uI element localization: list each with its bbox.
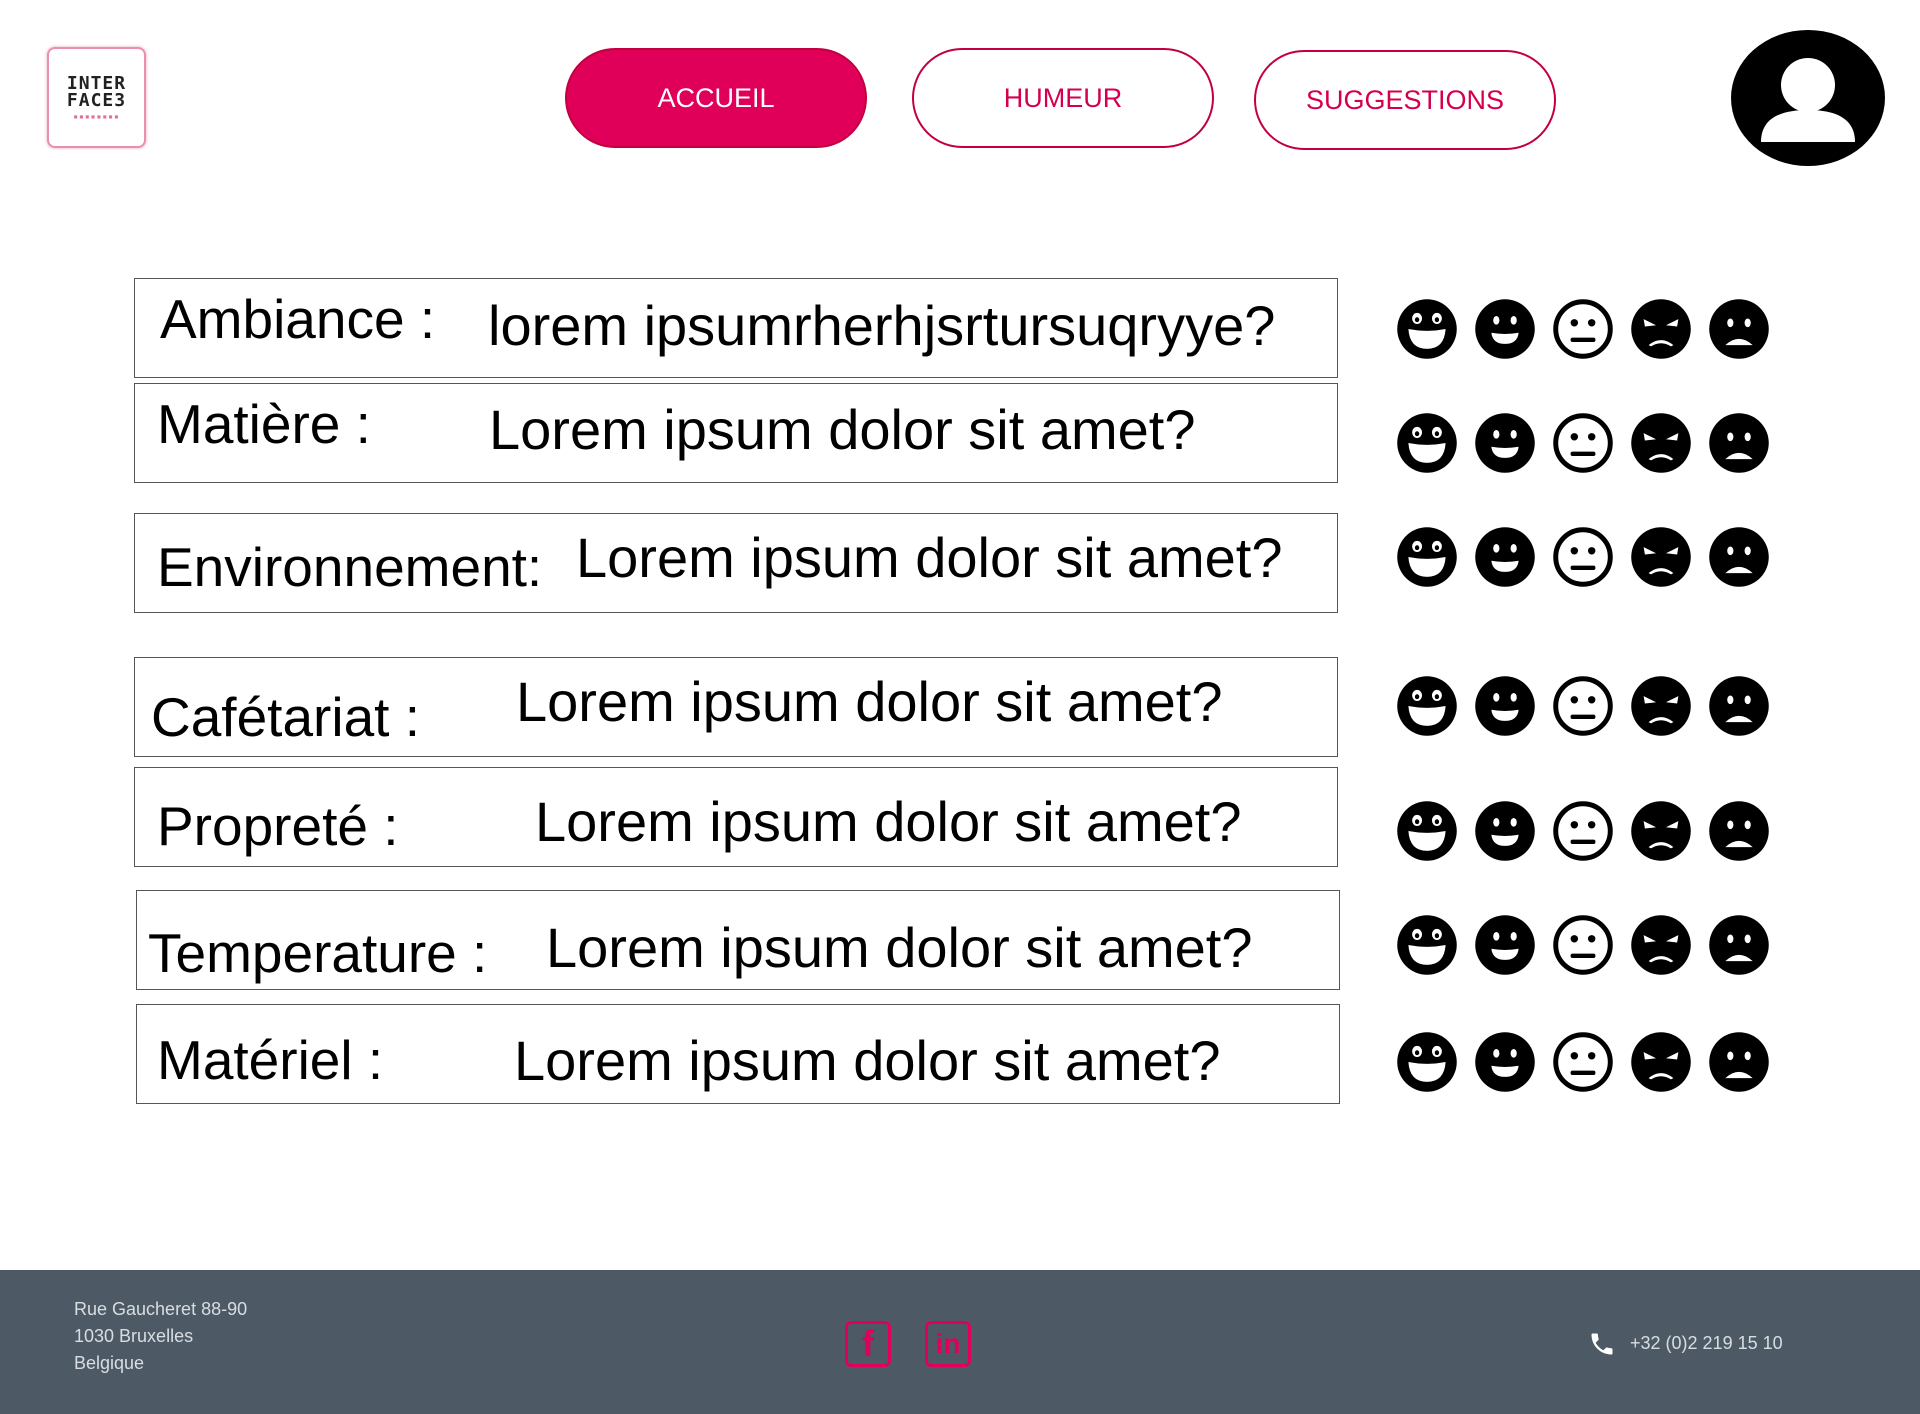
question-label-temperature: Temperature : <box>148 922 488 984</box>
question-text-cafetariat: Lorem ipsum dolor sit amet? <box>516 670 1223 733</box>
question-text-temperature: Lorem ipsum dolor sit amet? <box>546 916 1253 979</box>
sad-face-icon[interactable] <box>1708 412 1770 474</box>
address-line-country: Belgique <box>74 1353 145 1373</box>
user-silhouette <box>1761 58 1855 142</box>
neutral-face-icon[interactable] <box>1552 412 1614 474</box>
angry-face-icon[interactable] <box>1630 675 1692 737</box>
smiling-face-icon[interactable] <box>1474 298 1536 360</box>
address-line-city: 1030 Bruxelles <box>74 1326 194 1346</box>
nav-suggestions-button[interactable]: SUGGESTIONS <box>1254 50 1556 150</box>
neutral-face-icon[interactable] <box>1552 800 1614 862</box>
angry-face-icon[interactable] <box>1630 1031 1692 1093</box>
question-label-ambiance: Ambiance : <box>160 288 436 350</box>
grinning-face-icon[interactable] <box>1396 914 1458 976</box>
logo-line-1: INTER <box>66 72 127 94</box>
facebook-icon[interactable]: f <box>845 1321 891 1367</box>
sad-face-icon[interactable] <box>1708 675 1770 737</box>
question-label-materiel: Matériel : <box>157 1029 384 1091</box>
mood-rating-materiel <box>1396 1031 1771 1093</box>
grinning-face-icon[interactable] <box>1396 298 1458 360</box>
grinning-face-icon[interactable] <box>1396 1031 1458 1093</box>
sad-face-icon[interactable] <box>1708 526 1770 588</box>
neutral-face-icon[interactable] <box>1552 526 1614 588</box>
grinning-face-icon[interactable] <box>1396 526 1458 588</box>
question-label-environnement: Environnement: <box>157 536 543 598</box>
neutral-face-icon[interactable] <box>1552 1031 1614 1093</box>
footer: Rue Gaucheret 88-90 1030 Bruxelles Belgi… <box>0 1270 1920 1414</box>
mood-rating-matiere <box>1396 412 1771 474</box>
smiling-face-icon[interactable] <box>1474 914 1536 976</box>
mood-rating-cafetariat <box>1396 675 1771 737</box>
smiling-face-icon[interactable] <box>1474 1031 1536 1093</box>
mood-rating-proprete <box>1396 800 1771 862</box>
sad-face-icon[interactable] <box>1708 1031 1770 1093</box>
footer-phone: +32 (0)2 219 15 10 <box>1630 1333 1783 1353</box>
address-line-street: Rue Gaucheret 88-90 <box>74 1299 248 1319</box>
question-text-matiere: Lorem ipsum dolor sit amet? <box>489 398 1196 461</box>
phone-icon <box>1591 1333 1613 1355</box>
angry-face-icon[interactable] <box>1630 412 1692 474</box>
question-label-proprete: Propreté : <box>157 795 399 857</box>
neutral-face-icon[interactable] <box>1552 298 1614 360</box>
sad-face-icon[interactable] <box>1708 800 1770 862</box>
smiling-face-icon[interactable] <box>1474 675 1536 737</box>
question-text-proprete: Lorem ipsum dolor sit amet? <box>535 790 1242 853</box>
grinning-face-icon[interactable] <box>1396 800 1458 862</box>
logo-tagline: ▪▪▪▪▪▪▪▪ <box>73 111 120 121</box>
sad-face-icon[interactable] <box>1708 914 1770 976</box>
smiling-face-icon[interactable] <box>1474 412 1536 474</box>
sad-face-icon[interactable] <box>1708 298 1770 360</box>
angry-face-icon[interactable] <box>1630 914 1692 976</box>
grinning-face-icon[interactable] <box>1396 412 1458 474</box>
angry-face-icon[interactable] <box>1630 526 1692 588</box>
question-text-materiel: Lorem ipsum dolor sit amet? <box>514 1029 1221 1092</box>
linkedin-icon[interactable]: in <box>925 1321 971 1367</box>
mood-rating-ambiance <box>1396 298 1771 360</box>
interface3-logo[interactable]: INTER FACE3 ▪▪▪▪▪▪▪▪ <box>47 47 146 148</box>
smiling-face-icon[interactable] <box>1474 526 1536 588</box>
smiling-face-icon[interactable] <box>1474 800 1536 862</box>
mood-rating-temperature <box>1396 914 1771 976</box>
angry-face-icon[interactable] <box>1630 298 1692 360</box>
neutral-face-icon[interactable] <box>1552 914 1614 976</box>
user-avatar-icon[interactable] <box>1731 30 1885 166</box>
question-text-environnement: Lorem ipsum dolor sit amet? <box>576 526 1283 589</box>
footer-address: Rue Gaucheret 88-90 1030 Bruxelles Belgi… <box>74 1296 247 1377</box>
nav-humeur-button[interactable]: HUMEUR <box>912 48 1214 148</box>
mood-rating-environnement <box>1396 526 1771 588</box>
question-text-ambiance: lorem ipsumrherhjsrtursuqryye? <box>488 294 1276 357</box>
question-label-cafetariat: Cafétariat : <box>151 686 421 748</box>
angry-face-icon[interactable] <box>1630 800 1692 862</box>
nav-accueil-button[interactable]: ACCUEIL <box>565 48 867 148</box>
grinning-face-icon[interactable] <box>1396 675 1458 737</box>
neutral-face-icon[interactable] <box>1552 675 1614 737</box>
logo-line-2: FACE3 <box>66 89 127 111</box>
question-label-matiere: Matière : <box>157 393 371 455</box>
page: INTER FACE3 ▪▪▪▪▪▪▪▪ ACCUEIL HUMEUR SUGG… <box>0 0 1920 1414</box>
